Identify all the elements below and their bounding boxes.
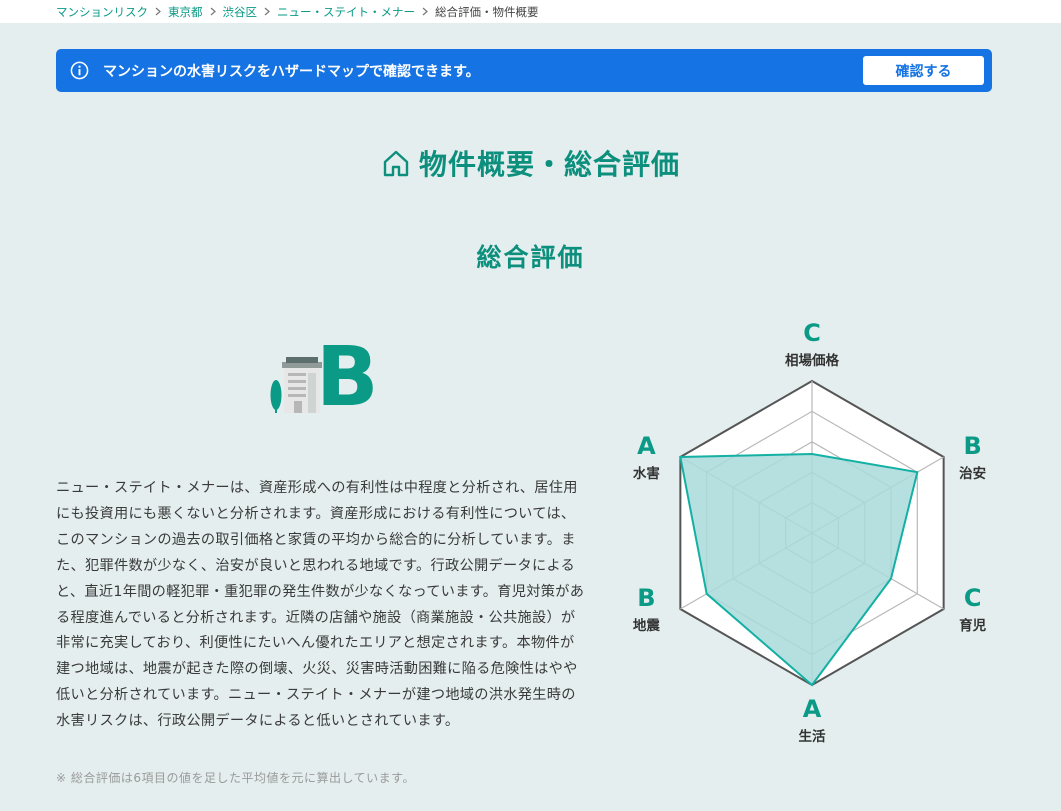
breadcrumb-link-shibuya[interactable]: 渋谷区: [223, 4, 258, 20]
radar-grade-5: A: [637, 432, 656, 460]
section-title: 物件概要・総合評価: [418, 148, 680, 181]
radar-label-3: 生活: [799, 728, 827, 745]
confirm-button[interactable]: 確認する: [863, 56, 984, 85]
radar-grade-4: B: [637, 584, 655, 612]
radar-grade-3: A: [803, 695, 822, 723]
radar-label-0: 相場価格: [785, 352, 839, 369]
radar-grade-0: C: [803, 320, 821, 347]
chevron-right-icon: [422, 7, 428, 16]
house-icon: [383, 150, 409, 177]
radar-label-4: 地震: [633, 617, 661, 634]
page-title: 物件概要・総合評価: [0, 143, 1061, 183]
radar-chart: C 相場価格 B 治安 C 育児 A 生活 B 地震 A 水害: [633, 320, 987, 745]
radar-grade-1: B: [963, 432, 981, 460]
chevron-right-icon: [155, 7, 161, 16]
chevron-right-icon: [210, 7, 216, 16]
breadcrumb-link-property[interactable]: ニュー・ステイト・メナー: [277, 4, 415, 20]
breadcrumb-link-tokyo[interactable]: 東京都: [168, 4, 203, 20]
radar-grade-2: C: [964, 584, 982, 612]
radar-label-1: 治安: [959, 465, 986, 482]
info-icon: [70, 61, 89, 80]
overall-heading: 総合評価: [476, 243, 585, 272]
radar-label-2: 育児: [959, 617, 987, 634]
breadcrumb: マンションリスク 東京都 渋谷区 ニュー・ステイト・メナー 総合評価・物件概要: [0, 0, 1061, 23]
breadcrumb-link-mansion-risk[interactable]: マンションリスク: [56, 4, 148, 20]
overall-description: ニュー・ステイト・メナーは、資産形成への有利性は中程度と分析され、居住用にも投資…: [56, 480, 585, 730]
radar-data-area: [679, 452, 919, 687]
hazard-map-banner: マンションの水害リスクをハザードマップで確認できます。 確認する: [56, 49, 992, 92]
breadcrumb-current: 総合評価・物件概要: [435, 4, 539, 19]
overall-grade: B: [316, 330, 379, 425]
overall-grade-badge: B: [268, 337, 379, 419]
chevron-right-icon: [264, 7, 270, 16]
calculation-note: ※ 総合評価は6項目の値を足した平均値を元に算出しています。: [56, 771, 415, 785]
banner-message: マンションの水害リスクをハザードマップで確認できます。: [103, 63, 480, 80]
radar-label-5: 水害: [633, 465, 660, 482]
